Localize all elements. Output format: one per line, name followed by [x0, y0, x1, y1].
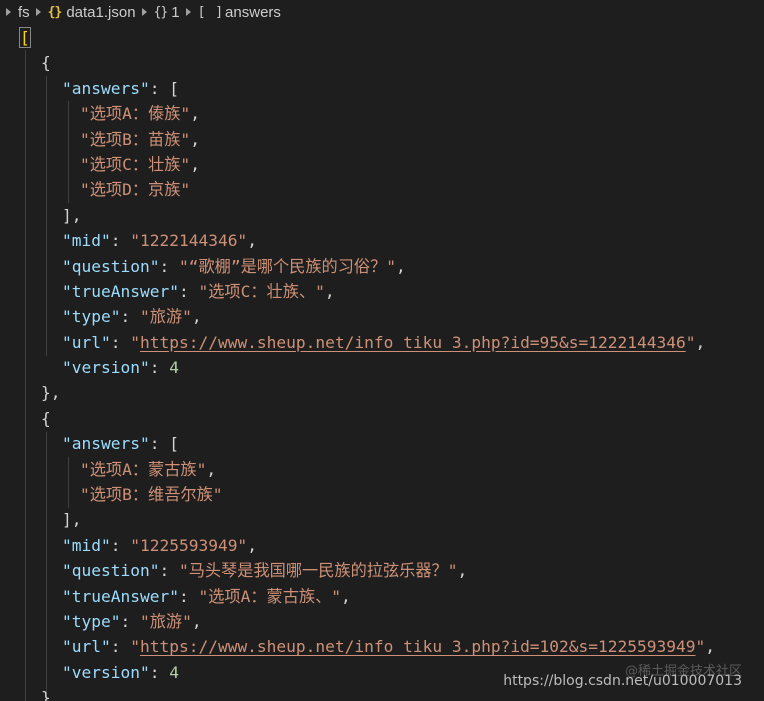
- code-line: "answers": [: [62, 78, 179, 98]
- json-string: "1222144346": [130, 231, 248, 251]
- json-string: "“歌棚”是哪个民族的习俗？": [178, 256, 397, 276]
- array-icon: [ ]: [197, 4, 225, 20]
- code-line: "选项A：傣族",: [80, 104, 200, 124]
- breadcrumb-object[interactable]: {} 1: [154, 4, 180, 21]
- json-string: "选项D：京族": [80, 180, 191, 200]
- json-string: "旅游": [139, 307, 192, 327]
- code-line: "选项A：蒙古族",: [80, 459, 217, 479]
- code-editor[interactable]: [ { "answers": [ "选项A：傣族", "选项B：苗族", "选项…: [0, 25, 764, 701]
- code-line: "选项B：苗族",: [80, 129, 200, 149]
- code-line: {: [41, 53, 51, 73]
- json-string: "马头琴是我国哪一民族的拉弦乐器？": [178, 561, 458, 581]
- code-line: "url": "https://www.sheup.net/info_tiku_…: [62, 637, 715, 657]
- code-line: "mid": "1225593949",: [62, 535, 257, 555]
- json-string: "选项B：苗族": [80, 129, 191, 149]
- breadcrumb-file-label: data1.json: [66, 3, 136, 21]
- url-link[interactable]: https://www.sheup.net/info_tiku_3.php?id…: [140, 637, 696, 656]
- code-line: "type": "旅游",: [62, 611, 202, 631]
- code-line: "version": 4: [62, 358, 179, 378]
- json-key: "mid": [62, 231, 111, 251]
- code-line: {: [41, 408, 51, 428]
- url-link[interactable]: https://www.sheup.net/info_tiku_3.php?id…: [140, 333, 686, 352]
- chevron-right-icon: [185, 8, 191, 16]
- json-string: "选项B：维吾尔族": [80, 485, 223, 505]
- json-key: "answers": [62, 434, 150, 454]
- code-line: "mid": "1222144346",: [62, 231, 257, 251]
- json-key: "version": [62, 358, 150, 378]
- code-line: "answers": [: [62, 434, 179, 454]
- json-key: "trueAnswer": [62, 586, 179, 606]
- code-line: "url": "https://www.sheup.net/info_tiku_…: [62, 332, 706, 352]
- json-string: "1225593949": [130, 535, 248, 555]
- json-key: "type": [62, 307, 121, 327]
- breadcrumb-object-label: 1: [171, 3, 180, 21]
- code-line: "question": "“歌棚”是哪个民族的习俗？",: [62, 256, 406, 276]
- json-number: 4: [169, 662, 179, 682]
- json-string: "选项A：蒙古族": [80, 459, 207, 479]
- json-string: "选项A：傣族": [80, 104, 191, 124]
- chevron-right-icon: [35, 8, 41, 16]
- breadcrumb-file[interactable]: {} data1.json: [48, 4, 136, 21]
- json-key: "trueAnswer": [62, 281, 179, 301]
- object-icon: {}: [153, 4, 169, 20]
- json-key: "url": [62, 332, 111, 352]
- watermark-csdn: https://blog.csdn.net/u010007013: [503, 673, 742, 689]
- code-line: "trueAnswer": "选项C：壮族、",: [62, 281, 335, 301]
- json-string: "选项A：蒙古族、": [198, 586, 342, 606]
- json-key: "question": [62, 256, 160, 276]
- code-line: },: [41, 383, 61, 403]
- code-line: [: [0, 25, 764, 50]
- json-key: "question": [62, 561, 160, 581]
- json-key: "version": [62, 662, 150, 682]
- json-key: "url": [62, 637, 111, 657]
- json-key: "type": [62, 611, 121, 631]
- code-line: ],: [62, 510, 82, 530]
- chevron-right-icon: [6, 8, 11, 16]
- breadcrumb-folder[interactable]: fs: [18, 4, 30, 21]
- json-string: "选项C：壮族": [80, 154, 191, 174]
- breadcrumb: fs {} data1.json {} 1 [ ] answers: [0, 0, 764, 24]
- json-string: "选项C：壮族、": [198, 281, 325, 301]
- code-line: ],: [62, 205, 82, 225]
- code-line: "type": "旅游",: [62, 307, 202, 327]
- code-line: "选项B：维吾尔族": [0, 482, 764, 507]
- json-key: "answers": [62, 78, 150, 98]
- json-key: "mid": [62, 535, 111, 555]
- breadcrumb-array-label: answers: [225, 3, 281, 21]
- json-file-icon: {}: [47, 4, 63, 20]
- code-line: "trueAnswer": "选项A：蒙古族、",: [62, 586, 351, 606]
- code-line: "question": "马头琴是我国哪一民族的拉弦乐器？",: [62, 561, 468, 581]
- json-string: "旅游": [139, 611, 192, 631]
- code-line: "选项D：京族": [0, 177, 764, 202]
- code-line: "选项C：壮族",: [80, 154, 200, 174]
- array-open-bracket: [: [19, 27, 31, 48]
- chevron-right-icon: [141, 8, 147, 16]
- breadcrumb-array[interactable]: [ ] answers: [198, 4, 281, 21]
- json-number: 4: [169, 358, 179, 378]
